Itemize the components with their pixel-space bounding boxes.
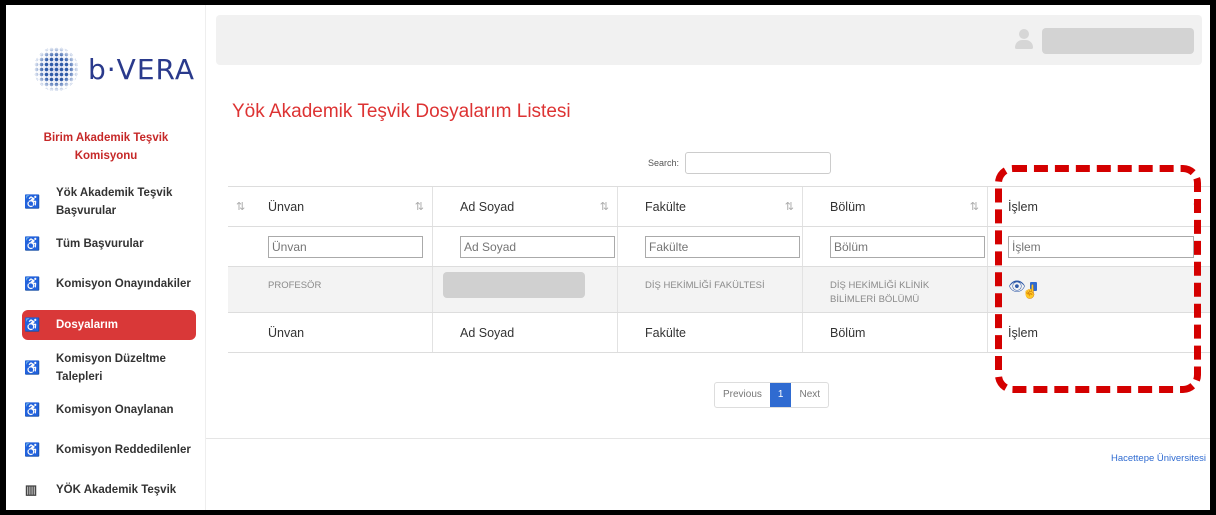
footer-fakulte: Fakülte bbox=[618, 313, 803, 352]
hand-cursor-icon: ☝ bbox=[1022, 284, 1039, 299]
page-1-button[interactable]: 1 bbox=[769, 383, 792, 407]
table-footer-row: Ünvan Ad Soyad Fakülte Bölüm İşlem bbox=[228, 313, 1210, 353]
table-header-row: ⇅ Ünvan ⇅ Ad Soyad ⇅ Fakülte ⇅ Bölüm ⇅ İ… bbox=[228, 187, 1210, 227]
footer-ad-soyad: Ad Soyad bbox=[433, 313, 618, 352]
filter-unvan-input[interactable] bbox=[268, 236, 423, 258]
previous-button[interactable]: Previous bbox=[715, 383, 770, 407]
page-title: Yök Akademik Teşvik Dosyalarım Listesi bbox=[232, 101, 571, 122]
next-button[interactable]: Next bbox=[791, 383, 828, 407]
role-title: Birim Akademik Teşvik Komisyonu bbox=[43, 132, 169, 162]
filter-fakulte-input[interactable] bbox=[645, 236, 800, 258]
user-name-redacted[interactable] bbox=[1042, 28, 1194, 54]
sidebar-item-komisyon-duzeltme-talepleri[interactable]: ♿ Komisyon Düzeltme Talepleri bbox=[6, 346, 206, 390]
sort-icon[interactable]: ⇅ bbox=[415, 187, 424, 227]
sort-icon[interactable]: ⇅ bbox=[600, 187, 609, 227]
column-header-unvan[interactable]: ⇅ Ünvan ⇅ bbox=[228, 187, 433, 226]
stroller-icon: ♿ bbox=[24, 442, 41, 457]
column-header-fakulte[interactable]: Fakülte ⇅ bbox=[618, 187, 803, 226]
sort-icon[interactable]: ⇅ bbox=[970, 187, 979, 227]
redacted-name bbox=[443, 272, 585, 298]
column-header-ad-soyad[interactable]: Ad Soyad ⇅ bbox=[433, 187, 618, 226]
stroller-icon: ♿ bbox=[24, 236, 41, 251]
cell-fakulte: DİŞ HEKİMLİĞİ FAKÜLTESİ bbox=[618, 267, 803, 312]
filter-islem-input[interactable] bbox=[1008, 236, 1194, 258]
column-header-bolum[interactable]: Bölüm ⇅ bbox=[803, 187, 988, 226]
sidebar-item-komisyon-onaylanan[interactable]: ♿ Komisyon Onaylanan bbox=[6, 390, 206, 430]
sidebar-item-dosyalarim[interactable]: ♿ Dosyalarım bbox=[22, 310, 196, 340]
cell-unvan: PROFESÖR bbox=[228, 267, 433, 312]
search-box: Search: bbox=[648, 152, 832, 174]
sidebar-item-tum-basvurular[interactable]: ♿ Tüm Başvurular bbox=[6, 224, 206, 264]
user-avatar-icon[interactable] bbox=[1014, 29, 1034, 49]
stroller-icon: ♿ bbox=[24, 360, 41, 375]
footer-divider bbox=[206, 438, 1210, 439]
stroller-icon: ♿ bbox=[24, 317, 41, 332]
footer-bolum: Bölüm bbox=[803, 313, 988, 352]
data-table: ⇅ Ünvan ⇅ Ad Soyad ⇅ Fakülte ⇅ Bölüm ⇅ İ… bbox=[228, 186, 1210, 353]
sort-icon[interactable]: ⇅ bbox=[785, 187, 794, 227]
pagination: Previous 1 Next bbox=[714, 382, 830, 408]
column-header-islem[interactable]: İşlem ⇅ bbox=[988, 187, 1210, 226]
search-label: Search: bbox=[648, 158, 680, 168]
logo-text: b·VERA bbox=[88, 52, 195, 86]
logo-icon bbox=[34, 47, 78, 91]
search-input[interactable] bbox=[685, 152, 832, 174]
cell-ad-soyad bbox=[433, 267, 618, 312]
chart-icon: ▥ bbox=[24, 482, 38, 497]
sidebar-item-komisyon-reddedilenler[interactable]: ♿ Komisyon Reddedilenler bbox=[6, 430, 206, 470]
filter-bolum-input[interactable] bbox=[830, 236, 985, 258]
sidebar-item-yok-akademik-tesvik[interactable]: ▥ YÖK Akademik Teşvik bbox=[6, 470, 206, 510]
sidebar-item-yok-akademik-tesvik-basvurular[interactable]: ♿ Yök Akademik Teşvik Başvurular bbox=[6, 180, 206, 224]
stroller-icon: ♿ bbox=[24, 194, 41, 209]
stroller-icon: ♿ bbox=[24, 402, 41, 417]
footer-unvan: Ünvan bbox=[228, 313, 433, 352]
stroller-icon: ♿ bbox=[24, 276, 41, 291]
table-row[interactable]: PROFESÖR DİŞ HEKİMLİĞİ FAKÜLTESİ DİŞ HEK… bbox=[228, 267, 1210, 313]
sort-icon[interactable]: ⇅ bbox=[236, 187, 245, 227]
app-window: b·VERA Birim Akademik Teşvik Komisyonu ♿… bbox=[6, 5, 1210, 510]
cell-bolum: DİŞ HEKİMLİĞİ KLİNİK BİLİMLERİ BÖLÜMÜ bbox=[803, 267, 988, 312]
sidebar: b·VERA Birim Akademik Teşvik Komisyonu ♿… bbox=[6, 5, 206, 510]
sidebar-menu: ♿ Yök Akademik Teşvik Başvurular ♿ Tüm B… bbox=[6, 180, 206, 510]
filter-ad-soyad-input[interactable] bbox=[460, 236, 615, 258]
sidebar-item-komisyon-onayindakiler[interactable]: ♿ Komisyon Onayındakiler bbox=[6, 264, 206, 304]
footer-link[interactable]: Hacettepe Üniversitesi bbox=[1111, 453, 1206, 464]
table-filter-row bbox=[228, 227, 1210, 267]
logo[interactable]: b·VERA bbox=[34, 47, 195, 91]
sort-icon[interactable]: ⇅ bbox=[1193, 187, 1202, 227]
footer-islem: İşlem bbox=[1008, 326, 1038, 340]
top-bar bbox=[216, 15, 1202, 65]
